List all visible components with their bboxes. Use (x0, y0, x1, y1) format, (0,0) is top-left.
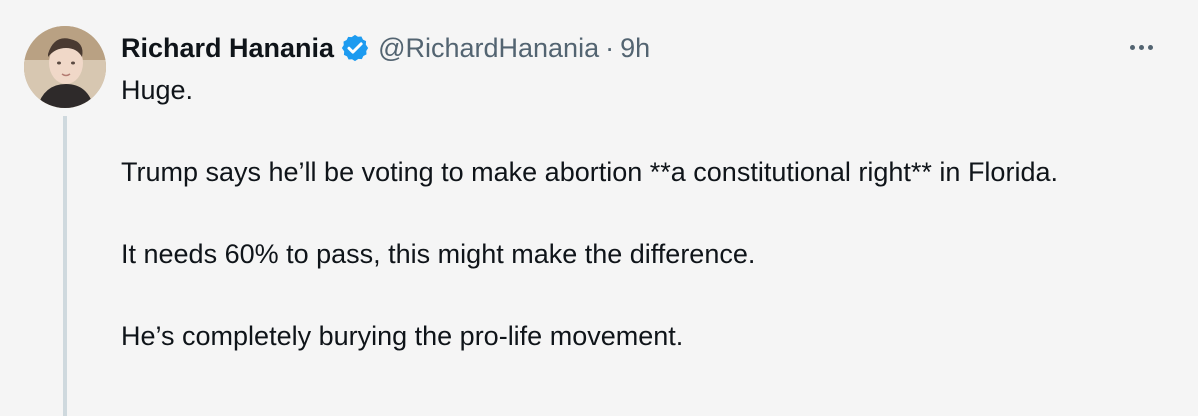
tweet-paragraph: Huge. (121, 75, 194, 105)
thread-line (63, 116, 67, 416)
tweet[interactable]: Richard Hanania @RichardHanania · 9h Hug… (0, 0, 1198, 416)
tweet-body: Huge. Trump says he’ll be voting to make… (121, 70, 1101, 357)
ellipsis-icon[interactable] (1124, 30, 1158, 64)
tweet-header: Richard Hanania @RichardHanania · 9h (121, 28, 1121, 68)
tweet-content: Richard Hanania @RichardHanania · 9h Hug… (121, 28, 1121, 357)
verified-badge-icon (340, 33, 370, 63)
ellipsis-dot (1138, 44, 1144, 50)
tweet-paragraph: He’s completely burying the pro-life mov… (121, 321, 684, 351)
author-handle[interactable]: @RichardHanania (378, 33, 599, 64)
ellipsis-dot (1147, 44, 1153, 50)
ellipsis-dot (1129, 44, 1135, 50)
tweet-paragraph: It needs 60% to pass, this might make th… (121, 239, 756, 269)
verified-badge-svg (341, 34, 369, 62)
avatar-image (24, 26, 106, 108)
tweet-time[interactable]: 9h (620, 33, 650, 64)
header-separator: · (605, 32, 615, 63)
avatar[interactable] (24, 26, 106, 108)
author-name[interactable]: Richard Hanania (121, 33, 334, 64)
tweet-paragraph: Trump says he’ll be voting to make abort… (121, 157, 1058, 187)
